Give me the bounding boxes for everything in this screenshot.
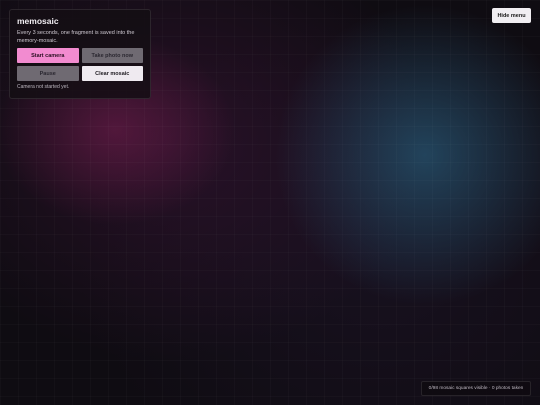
take-photo-button[interactable]: Take photo now bbox=[81, 48, 143, 63]
mosaic-status-bar: 0/98 mosaic squares visible · 0 photos t… bbox=[421, 381, 531, 396]
app-title: memosaic bbox=[17, 16, 59, 26]
start-camera-button[interactable]: Start camera bbox=[17, 48, 79, 63]
pause-button[interactable]: Pause bbox=[17, 66, 79, 81]
hide-menu-button[interactable]: Hide menu bbox=[492, 8, 531, 23]
control-panel: memosaic Every 3 seconds, one fragment i… bbox=[9, 9, 151, 99]
camera-status-text: Camera not started yet. bbox=[17, 84, 70, 90]
button-row-primary: Start camera Take photo now bbox=[17, 48, 143, 63]
button-row-secondary: Pause Clear mosaic bbox=[17, 66, 143, 81]
app-description: Every 3 seconds, one fragment is saved i… bbox=[17, 30, 135, 44]
clear-mosaic-button[interactable]: Clear mosaic bbox=[81, 66, 143, 81]
mosaic-status-text: 0/98 mosaic squares visible · 0 photos t… bbox=[428, 386, 524, 391]
